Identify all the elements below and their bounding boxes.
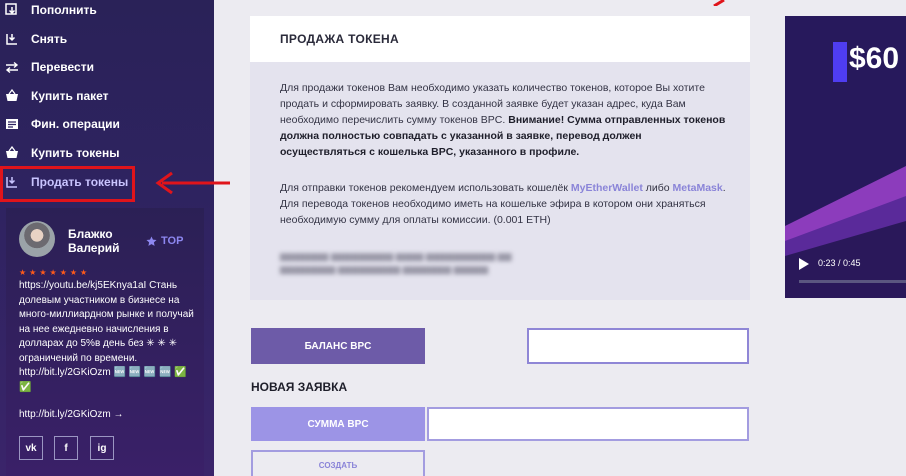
card-body: Для продажи токенов Вам необходимо указа… <box>250 62 750 300</box>
profile-card: Блажко Валерий TOP ★★★★★★★ https://youtu… <box>6 208 204 476</box>
annotation-arrow-tip <box>713 0 725 6</box>
top-badge: TOP <box>146 235 183 247</box>
video-accent <box>833 42 847 82</box>
sidebar-item-buy-package[interactable]: Купить пакет <box>0 82 214 110</box>
instagram-icon[interactable]: ig <box>90 436 114 460</box>
transfer-icon <box>5 60 19 74</box>
profile-link[interactable]: http://bit.ly/2GKiOzm → <box>19 409 123 420</box>
sidebar-item-label: Перевести <box>31 60 94 74</box>
basket-icon <box>5 89 19 103</box>
vk-icon[interactable]: vk <box>19 436 43 460</box>
sidebar-item-buy-tokens[interactable]: Купить токены <box>0 139 214 167</box>
page-title: ПРОДАЖА ТОКЕНА <box>280 32 399 46</box>
highlight-box <box>0 166 135 202</box>
video-time: 0:23 / 0:45 <box>818 258 861 268</box>
sidebar-item-withdraw[interactable]: Снять <box>0 25 214 53</box>
avatar[interactable] <box>19 221 55 257</box>
star-icon <box>146 235 157 246</box>
wallet-text: либо <box>642 182 673 194</box>
badge-label: TOP <box>161 235 184 247</box>
sidebar-item-label: Купить токены <box>31 146 120 160</box>
card-header: ПРОДАЖА ТОКЕНА <box>250 16 750 62</box>
wallet-text: Для отправки токенов рекомендуем использ… <box>280 182 571 194</box>
video-progress[interactable] <box>799 280 906 283</box>
sidebar-item-label: Фин. операции <box>31 117 120 131</box>
sum-input[interactable] <box>427 407 749 441</box>
sum-label: СУММА BPC <box>251 407 425 441</box>
list-icon <box>5 117 19 131</box>
sidebar-item-fin-operations[interactable]: Фин. операции <box>0 110 214 138</box>
myetherwallet-link[interactable]: MyEtherWallet <box>571 182 643 194</box>
annotation-arrow <box>155 171 230 195</box>
sidebar: Пополнить Снять Перевести Купить пакет Ф… <box>0 0 214 476</box>
sidebar-item-label: Пополнить <box>31 3 97 17</box>
balance-button[interactable]: БАЛАНС BPC <box>251 328 425 364</box>
withdraw-icon <box>5 32 19 46</box>
metamask-link[interactable]: MetaMask <box>673 182 723 194</box>
sidebar-item-transfer[interactable]: Перевести <box>0 53 214 81</box>
video-player[interactable]: $60 0:23 / 0:45 <box>785 16 906 298</box>
profile-name: Блажко Валерий <box>68 227 120 255</box>
wallet-paragraph: Для отправки токенов рекомендуем использ… <box>280 180 730 228</box>
basket-icon <box>5 146 19 160</box>
facebook-icon[interactable]: f <box>54 436 78 460</box>
profile-bio: https://youtu.be/kj5EKnya1aI Стань долев… <box>19 280 194 393</box>
sidebar-item-label: Купить пакет <box>31 89 109 103</box>
deposit-icon <box>5 3 19 17</box>
instructions-paragraph: Для продажи токенов Вам необходимо указа… <box>280 80 730 160</box>
video-title: $60 <box>849 42 900 75</box>
balance-display <box>527 328 749 364</box>
sidebar-item-label: Снять <box>31 32 68 46</box>
play-icon[interactable] <box>799 258 809 270</box>
new-request-title: НОВАЯ ЗАЯВКА <box>251 380 348 394</box>
rating-stars: ★★★★★★★ <box>19 268 91 277</box>
video-controls: 0:23 / 0:45 <box>785 248 906 298</box>
sidebar-item-deposit[interactable]: Пополнить <box>0 0 214 24</box>
create-button[interactable]: СОЗДАТЬ <box>251 450 425 476</box>
blurred-text: ▆▆▆▆▆▆▆ ▆▆▆▆▆▆▆▆▆ ▆▆▆▆ ▆▆▆▆▆▆▆▆▆▆ ▆▆ ▆▆▆▆… <box>280 251 512 274</box>
